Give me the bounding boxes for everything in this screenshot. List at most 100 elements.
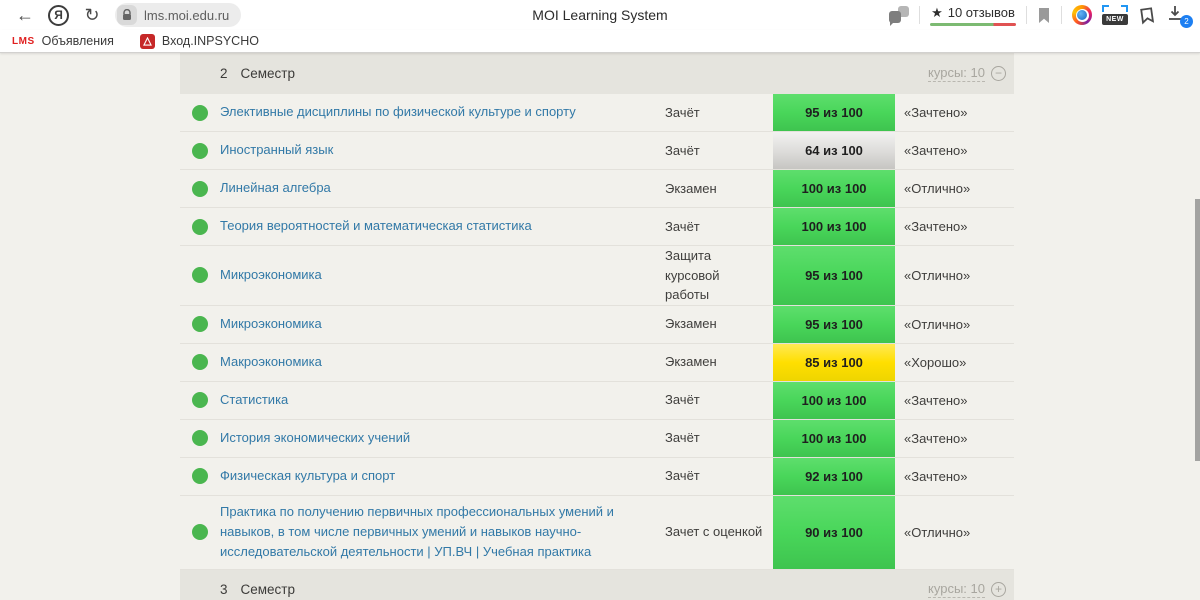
semester-label: Семестр [240, 582, 296, 597]
status-dot [192, 524, 208, 540]
course-link[interactable]: Микроэкономика [220, 306, 665, 343]
back-button[interactable]: ← [10, 2, 40, 28]
control-type: Зачёт [665, 218, 700, 234]
course-row: Линейная алгебра Экзамен 100 из 100 «Отл… [180, 170, 1014, 208]
browser-chrome: ← Я ↻ lms.moi.edu.ru MOI Learning System… [0, 0, 1200, 53]
course-link[interactable]: Элективные дисциплины по физической куль… [220, 94, 665, 131]
course-link[interactable]: Теория вероятностей и математическая ста… [220, 208, 665, 245]
status-dot [192, 468, 208, 484]
extension-icon[interactable] [1072, 5, 1092, 25]
semester-number: 3 [220, 582, 228, 597]
vertical-scrollbar[interactable] [1195, 199, 1200, 461]
control-type: Зачет с оценкой [665, 524, 763, 540]
bookmark-item-inpsycho[interactable]: Вход.INPSYCHO [139, 33, 259, 49]
course-row: Макроэкономика Экзамен 85 из 100 «Хорошо… [180, 343, 1014, 382]
status-dot [192, 218, 208, 235]
score-badge: 100 из 100 [773, 419, 895, 457]
score-badge: 100 из 100 [773, 208, 895, 245]
status-dot [192, 104, 208, 121]
grade-text: «Отлично» [904, 181, 971, 196]
courses-count-label[interactable]: курсы: 10 [928, 581, 985, 598]
control-type: Зачёт [665, 468, 700, 484]
semester-label: Семестр [240, 66, 296, 81]
grade-text: «Хорошо» [904, 354, 967, 370]
divider [919, 6, 920, 24]
grade-text: «Отлично» [904, 316, 971, 332]
reload-button[interactable]: ↻ [77, 2, 107, 28]
course-row: Практика по получению первичных професси… [180, 495, 1014, 570]
course-row: Микроэкономика Защита курсовой работы 95… [180, 246, 1014, 306]
course-link[interactable]: История экономических учений [220, 420, 665, 457]
course-link[interactable]: Статистика [220, 382, 665, 419]
bookmarks-bar: LMS Объявления Вход.INPSYCHO [0, 30, 1200, 53]
course-link[interactable]: Физическая культура и спорт [220, 458, 665, 495]
course-link[interactable]: Практика по получению первичных професси… [220, 496, 665, 569]
new-badge: NEW [1102, 14, 1128, 25]
course-link[interactable]: Микроэкономика [220, 246, 665, 305]
course-row: Элективные дисциплины по физической куль… [180, 94, 1014, 132]
score-badge: 100 из 100 [773, 170, 895, 207]
grade-text: «Зачтено» [904, 143, 968, 158]
collapse-icon[interactable]: − [991, 66, 1006, 81]
translate-icon[interactable] [889, 6, 909, 26]
address-bar[interactable]: lms.moi.edu.ru [115, 3, 242, 27]
browser-toolbar: ← Я ↻ lms.moi.edu.ru MOI Learning System… [0, 0, 1200, 30]
course-row: История экономических учений Зачёт 100 и… [180, 419, 1014, 458]
control-type: Защита курсовой работы [665, 248, 720, 302]
course-row: Микроэкономика Экзамен 95 из 100 «Отличн… [180, 305, 1014, 344]
screenshot-new-icon[interactable]: NEW [1102, 5, 1128, 25]
toolbar-right-icons: ★ 10 отзывов NEW 2 [889, 4, 1193, 28]
yandex-browser-icon[interactable]: Я [48, 4, 69, 26]
score-badge: 85 из 100 [773, 343, 895, 381]
grades-table: 2 Семестр курсы: 10 − Элективные дисципл… [180, 53, 1014, 600]
courses-count-label[interactable]: курсы: 10 [928, 65, 985, 82]
url-text[interactable]: lms.moi.edu.ru [144, 8, 229, 23]
status-dot [192, 354, 208, 370]
inpsycho-favicon [139, 33, 155, 49]
reviews-count-label: 10 отзывов [947, 5, 1015, 20]
rating-bar [930, 22, 1016, 26]
score-badge: 90 из 100 [773, 495, 895, 569]
lms-grades-page: 2 Семестр курсы: 10 − Элективные дисципл… [0, 53, 1200, 600]
score-badge: 64 из 100 [773, 132, 895, 169]
grade-text: «Зачтено» [904, 219, 968, 234]
semester-3-expand-control[interactable]: курсы: 10 + [928, 581, 1006, 598]
bookmark-item-announcements[interactable]: LMS Объявления [12, 34, 114, 48]
site-rating-widget[interactable]: ★ 10 отзывов [930, 5, 1016, 26]
semester-2-header: 2 Семестр курсы: 10 − [180, 53, 1014, 94]
semester-3-header: 3 Семестр курсы: 10 + [180, 569, 1014, 600]
bookmark-flag-icon[interactable] [1037, 7, 1051, 24]
bookmark-label: Объявления [41, 34, 114, 48]
status-dot [192, 392, 208, 408]
course-row: Физическая культура и спорт Зачёт 92 из … [180, 457, 1014, 496]
control-type: Зачёт [665, 104, 700, 120]
grade-text: «Зачтено» [904, 430, 968, 446]
status-dot [192, 267, 208, 284]
grade-text: «Зачтено» [904, 105, 968, 120]
control-type: Зачёт [665, 142, 700, 158]
score-badge: 95 из 100 [773, 94, 895, 131]
score-badge: 100 из 100 [773, 381, 895, 419]
score-badge: 95 из 100 [773, 305, 895, 343]
score-badge: 95 из 100 [773, 246, 895, 305]
control-type: Зачёт [665, 392, 700, 408]
control-type: Экзамен [665, 354, 717, 370]
divider [1061, 6, 1062, 24]
course-link[interactable]: Иностранный язык [220, 132, 665, 169]
score-badge: 92 из 100 [773, 457, 895, 495]
control-type: Экзамен [665, 180, 717, 196]
bookmark-label: Вход.INPSYCHO [161, 34, 259, 48]
semester-number: 2 [220, 66, 228, 81]
grade-text: «Отлично» [904, 267, 971, 283]
expand-icon[interactable]: + [991, 582, 1006, 597]
lms-favicon: LMS [12, 35, 35, 47]
collections-icon[interactable] [1138, 6, 1156, 25]
download-icon[interactable]: 2 [1166, 4, 1193, 28]
control-type: Экзамен [665, 316, 717, 332]
lock-icon[interactable] [117, 5, 137, 25]
course-link[interactable]: Макроэкономика [220, 344, 665, 381]
course-row: Теория вероятностей и математическая ста… [180, 208, 1014, 246]
course-link[interactable]: Линейная алгебра [220, 170, 665, 207]
status-dot [192, 430, 208, 446]
semester-2-collapse-control[interactable]: курсы: 10 − [928, 65, 1006, 82]
